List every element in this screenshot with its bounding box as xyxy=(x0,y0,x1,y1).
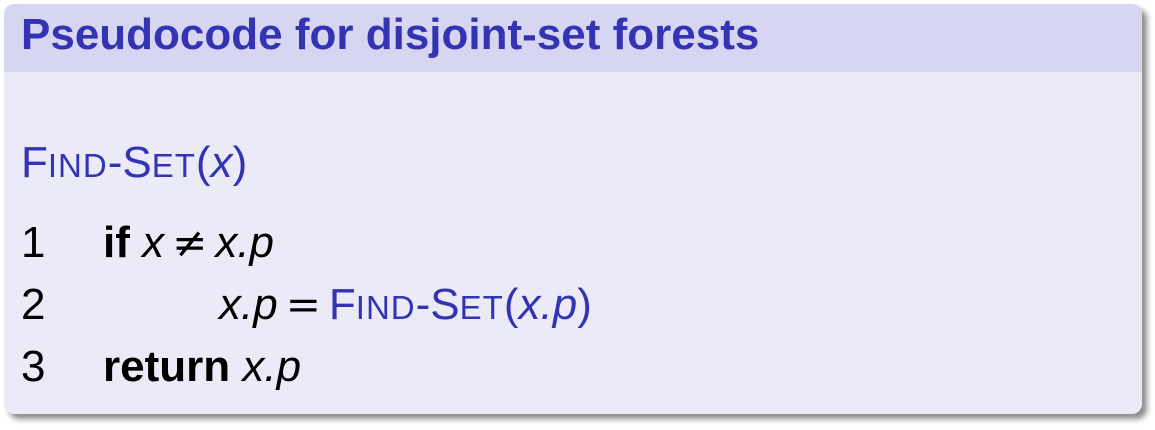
call-name-part: F xyxy=(328,280,356,329)
line-number: 1 xyxy=(21,218,46,267)
call-argument: x.p xyxy=(518,280,578,329)
procedure-open-paren: ( xyxy=(195,138,211,187)
procedure-name-part: S xyxy=(122,138,152,187)
line-code: if x ≠ x.p xyxy=(103,218,274,268)
keyword-return: return xyxy=(103,342,231,391)
pseudocode-block: Pseudocode for disjoint-set forests FIND… xyxy=(4,4,1142,414)
procedure-name-part: ET xyxy=(151,147,196,184)
recursive-call: FIND-SET(x.p) xyxy=(329,280,592,329)
line-number: 2 xyxy=(21,280,46,329)
not-equal-operator: ≠ xyxy=(172,218,208,267)
block-title-bar: Pseudocode for disjoint-set forests xyxy=(4,4,1142,72)
variable: x.p xyxy=(215,218,275,267)
call-open-paren: ( xyxy=(503,280,519,329)
line-code: return x.p xyxy=(103,342,301,392)
line-code: x.p = FIND-SET(x.p) xyxy=(219,280,592,330)
call-name-part: S xyxy=(430,280,460,329)
procedure-param: x xyxy=(210,138,233,187)
variable: x xyxy=(142,218,165,267)
call-name-part: IND xyxy=(355,289,416,326)
procedure-name-part: IND xyxy=(47,147,108,184)
call-name-part: ET xyxy=(459,289,504,326)
procedure-name-part: - xyxy=(107,138,123,187)
line-number: 3 xyxy=(21,342,46,391)
procedure-close-paren: ) xyxy=(232,138,248,187)
procedure-name-part: F xyxy=(21,138,48,187)
variable: x.p xyxy=(219,280,278,329)
equals-operator: = xyxy=(285,280,321,329)
procedure-header: FIND-SET(x) xyxy=(21,138,247,188)
return-value: x.p xyxy=(242,342,302,391)
call-close-paren: ) xyxy=(577,280,592,329)
block-title: Pseudocode for disjoint-set forests xyxy=(21,10,760,59)
keyword-if: if xyxy=(103,218,130,267)
call-name-part: - xyxy=(415,280,431,329)
